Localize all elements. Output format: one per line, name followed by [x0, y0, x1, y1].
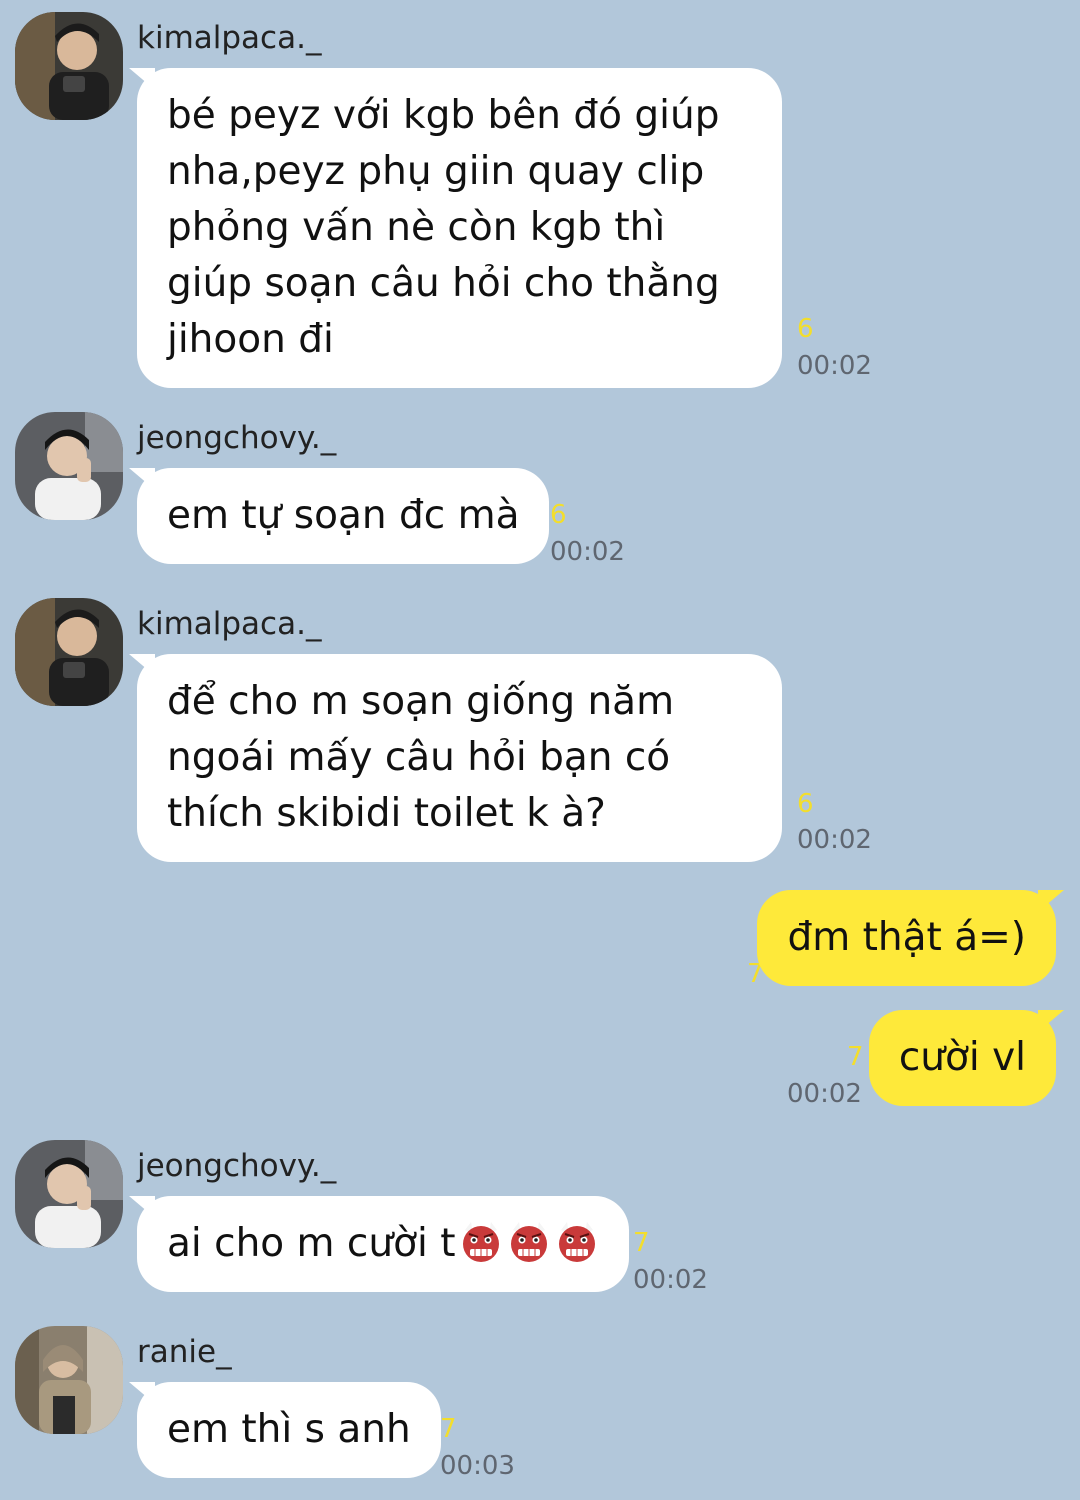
timestamp: 00:02 — [633, 1265, 708, 1295]
message-bubble[interactable]: em tự soạn đc mà — [137, 468, 550, 564]
avatar-kimalpaca[interactable] — [15, 12, 123, 120]
sender-name: kimalpaca._ — [137, 20, 322, 56]
avatar-jeongchovy[interactable] — [15, 412, 123, 520]
message-text: em tự soạn đc mà — [167, 493, 520, 538]
sender-name: jeongchovy._ — [137, 1148, 337, 1184]
read-count: 7 — [633, 1228, 650, 1258]
message-bubble[interactable]: ai cho m cười t — [137, 1196, 630, 1292]
read-count: 7 — [847, 1042, 864, 1072]
message-text: để cho m soạn giống năm ngoái mấy câu hỏ… — [167, 679, 675, 836]
timestamp: 00:02 — [797, 351, 872, 381]
read-count: 6 — [797, 314, 814, 344]
read-count: 7 — [440, 1414, 457, 1444]
message-bubble[interactable]: cười vl — [868, 1010, 1056, 1106]
timestamp: 00:02 — [787, 1079, 862, 1109]
avatar-jeongchovy[interactable] — [15, 1140, 123, 1248]
message-bubble[interactable]: đm thật á=) — [757, 890, 1056, 986]
avatar-kimalpaca[interactable] — [15, 598, 123, 706]
sender-name: ranie_ — [137, 1334, 232, 1370]
ogre-emoji-icon — [507, 1220, 551, 1264]
message-text: em thì s anh — [167, 1407, 411, 1452]
sender-name: kimalpaca._ — [137, 606, 322, 642]
message-text: ai cho m cười t — [167, 1221, 456, 1266]
ogre-emoji-icon — [555, 1220, 599, 1264]
ogre-emoji-icon — [459, 1220, 503, 1264]
timestamp: 00:02 — [550, 537, 625, 567]
message-bubble[interactable]: bé peyz với kgb bên đó giúp nha,peyz phụ… — [137, 68, 782, 388]
chat-area[interactable]: kimalpaca._ bé peyz với kgb bên đó giúp … — [0, 0, 1080, 1500]
read-count: 6 — [550, 500, 567, 530]
message-bubble[interactable]: để cho m soạn giống năm ngoái mấy câu hỏ… — [137, 654, 782, 862]
timestamp: 00:03 — [440, 1451, 515, 1481]
message-text: cười vl — [898, 1035, 1026, 1080]
message-text: bé peyz với kgb bên đó giúp nha,peyz phụ… — [167, 93, 720, 362]
message-text: đm thật á=) — [787, 915, 1026, 960]
message-bubble[interactable]: em thì s anh — [137, 1382, 441, 1478]
sender-name: jeongchovy._ — [137, 420, 337, 456]
read-count: 6 — [797, 789, 814, 819]
avatar-ranie[interactable] — [15, 1326, 123, 1434]
timestamp: 00:02 — [797, 825, 872, 855]
